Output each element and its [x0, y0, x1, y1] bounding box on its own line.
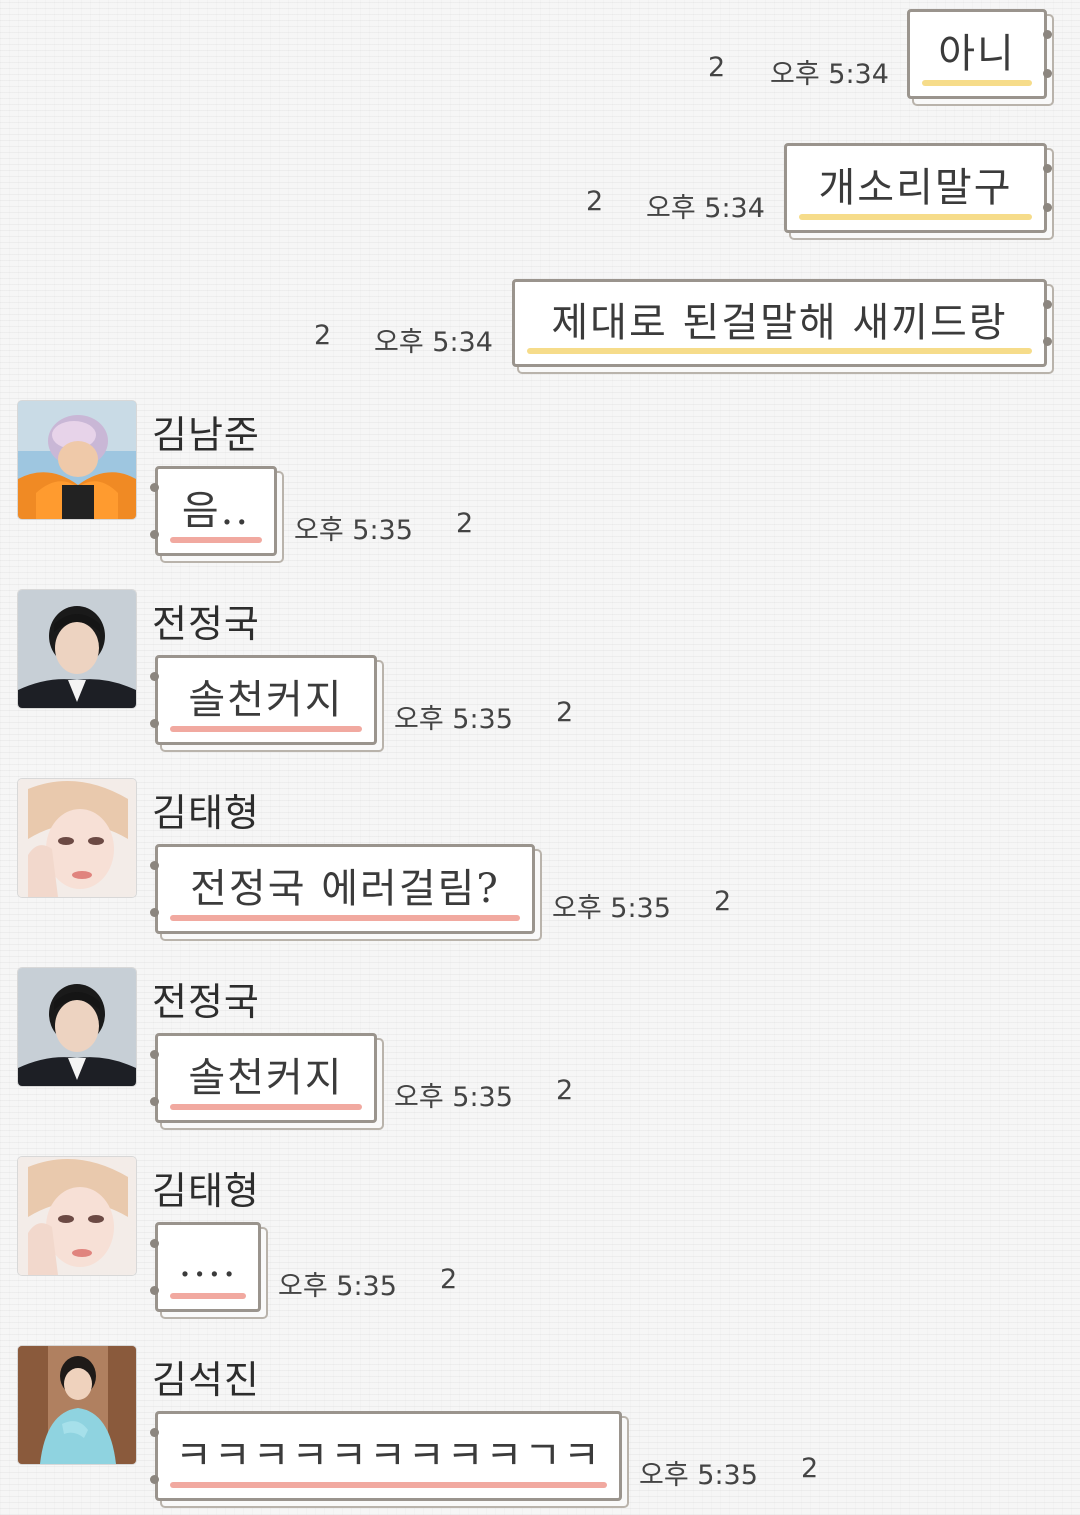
bubble-underline [170, 726, 362, 732]
message-time: 오후 5:35 [639, 1460, 758, 1491]
message-time: 오후 5:35 [294, 515, 413, 546]
sender-name: 김남준 [152, 413, 260, 457]
message-time: 오후 5:35 [552, 893, 671, 924]
bubble-knob-icon [150, 483, 159, 492]
message-text: 제대로 된걸말해 새끼드랑 [551, 300, 1008, 346]
bubble-underline [799, 214, 1032, 220]
unread-count: 2 [708, 52, 726, 83]
received-message-bubble[interactable]: 솔천커지 [150, 1033, 377, 1123]
taehyung-avatar[interactable] [18, 1157, 136, 1275]
bubble-underline [170, 1104, 362, 1110]
jungkook-avatar[interactable] [18, 968, 136, 1086]
seokjin-avatar[interactable] [18, 1346, 136, 1464]
received-message-bubble[interactable]: 전정국 에러걸림? [150, 844, 535, 934]
bubble-underline [527, 348, 1032, 354]
bubble-knob-icon [150, 1286, 159, 1295]
sender-name: 김태형 [152, 1169, 260, 1213]
message-text: 음.. [181, 488, 251, 534]
bubble-knob-icon [1043, 203, 1052, 212]
bubble-knob-icon [1043, 69, 1052, 78]
bubble-knob-icon [150, 861, 159, 870]
bubble-knob-icon [150, 530, 159, 539]
bubble-knob-icon [1043, 164, 1052, 173]
received-message-bubble[interactable]: 솔천커지 [150, 655, 377, 745]
unread-count: 2 [556, 1075, 574, 1106]
bubble-underline [170, 1293, 246, 1299]
sender-name: 전정국 [152, 980, 260, 1024]
message-text: 아니 [938, 31, 1016, 77]
bubble-knob-icon [150, 908, 159, 917]
message-text: 개소리말구 [818, 165, 1013, 211]
bubble-underline [170, 915, 520, 921]
received-message-bubble[interactable]: ㅋㅋㅋㅋㅋㅋㅋㅋㅋㄱㅋ [150, 1411, 622, 1501]
sender-name: 전정국 [152, 602, 260, 646]
unread-count: 2 [714, 886, 732, 917]
bubble-knob-icon [1043, 30, 1052, 39]
unread-count: 2 [314, 320, 332, 351]
bubble-knob-icon [1043, 337, 1052, 346]
bubble-underline [170, 1482, 607, 1488]
sender-name: 김태형 [152, 791, 260, 835]
message-time: 오후 5:34 [646, 193, 765, 224]
message-text: ㅋㅋㅋㅋㅋㅋㅋㅋㅋㄱㅋ [175, 1433, 602, 1479]
message-time: 오후 5:35 [394, 704, 513, 735]
received-message-bubble[interactable]: .... [150, 1222, 261, 1312]
bubble-knob-icon [150, 1475, 159, 1484]
unread-count: 2 [440, 1264, 458, 1295]
jungkook-avatar[interactable] [18, 590, 136, 708]
message-text: .... [178, 1240, 238, 1286]
message-time: 오후 5:34 [770, 59, 889, 90]
sent-message-bubble[interactable]: 제대로 된걸말해 새끼드랑 [512, 279, 1052, 367]
unread-count: 2 [586, 186, 604, 217]
message-time: 오후 5:35 [278, 1271, 397, 1302]
bubble-knob-icon [150, 1239, 159, 1248]
bubble-knob-icon [150, 1097, 159, 1106]
bubble-knob-icon [150, 1428, 159, 1437]
bubble-underline [170, 537, 262, 543]
sent-message-bubble[interactable]: 아니 [907, 9, 1052, 99]
message-text: 솔천커지 [188, 1055, 344, 1101]
namjoon-avatar[interactable] [18, 401, 136, 519]
unread-count: 2 [801, 1453, 819, 1484]
bubble-knob-icon [1043, 300, 1052, 309]
bubble-knob-icon [150, 672, 159, 681]
bubble-knob-icon [150, 719, 159, 728]
message-text: 솔천커지 [188, 677, 344, 723]
sender-name: 김석진 [152, 1358, 260, 1402]
message-text: 전정국 에러걸림? [190, 866, 500, 912]
taehyung-avatar[interactable] [18, 779, 136, 897]
message-time: 오후 5:34 [374, 327, 493, 358]
sent-message-bubble[interactable]: 개소리말구 [784, 143, 1052, 233]
bubble-knob-icon [150, 1050, 159, 1059]
unread-count: 2 [456, 508, 474, 539]
message-time: 오후 5:35 [394, 1082, 513, 1113]
bubble-underline [922, 80, 1032, 86]
received-message-bubble[interactable]: 음.. [150, 466, 277, 556]
unread-count: 2 [556, 697, 574, 728]
